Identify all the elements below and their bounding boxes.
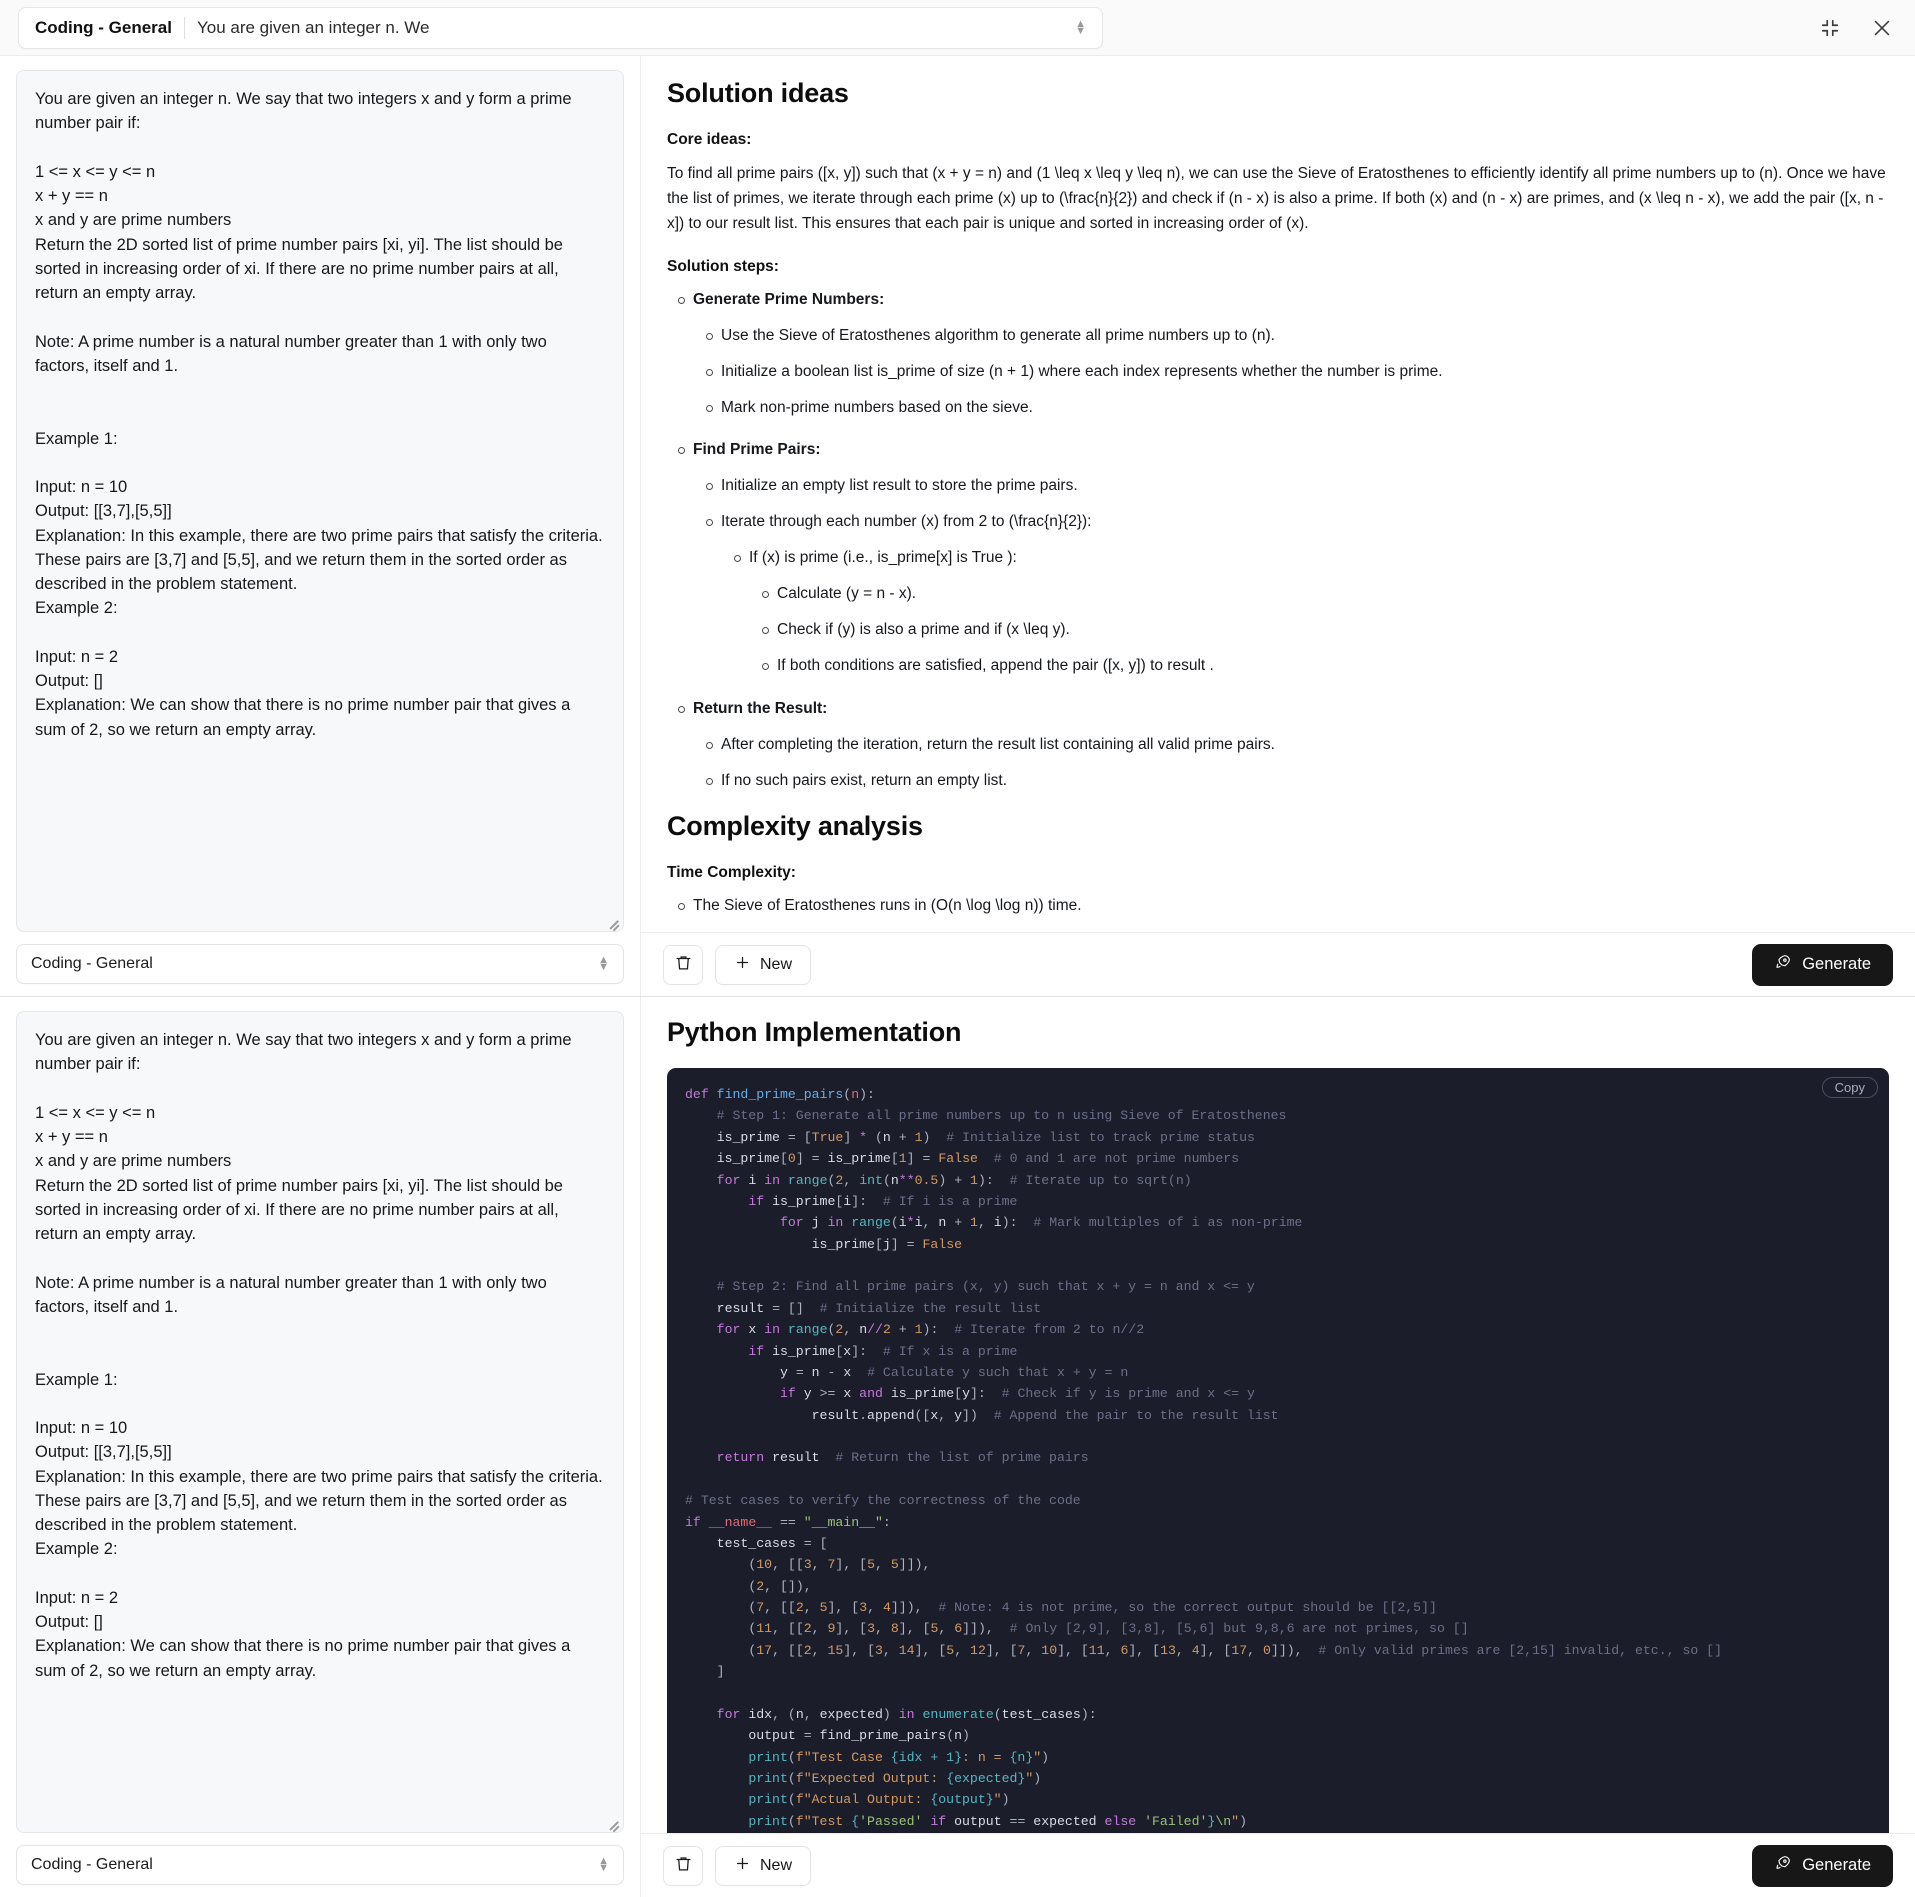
generate-button-label: Generate	[1802, 955, 1871, 973]
bottom-right-column: Python Implementation Copy def find_prim…	[640, 997, 1915, 1897]
list-item: Initialize a boolean list is_prime of si…	[706, 360, 1889, 384]
list-item: If (x) is prime (i.e., is_prime[x] is Tr…	[734, 546, 1889, 570]
chevron-updown-icon[interactable]: ▲ ▼	[598, 955, 609, 973]
time-complexity-label: Time Complexity:	[667, 863, 796, 881]
bottom-left-column: You are given an integer n. We say that …	[0, 997, 640, 1897]
generate-button-label: Generate	[1802, 1856, 1871, 1874]
solution-steps-list: Generate Prime Numbers: Use the Sieve of…	[667, 288, 1889, 792]
step-deep-list: Calculate (y = n - x). Check if (y) is a…	[749, 582, 1889, 678]
list-item: Initialize an empty list result to store…	[706, 474, 1889, 498]
problem-textarea-bottom[interactable]: You are given an integer n. We say that …	[16, 1011, 624, 1833]
window-controls	[1819, 17, 1893, 39]
title-divider	[183, 16, 185, 39]
bottom-pane: You are given an integer n. We say that …	[0, 996, 1915, 1897]
list-item: Calculate (y = n - x).	[762, 582, 1889, 606]
core-ideas-text: To find all prime pairs ([x, y]) such th…	[667, 165, 1886, 233]
collapse-icon[interactable]	[1819, 17, 1841, 39]
window-title-strong: Coding - General	[35, 17, 172, 37]
code-block: Copy def find_prime_pairs(n): # Step 1: …	[667, 1068, 1889, 1833]
top-pane: You are given an integer n. We say that …	[0, 56, 1915, 996]
new-button-bottom[interactable]: New	[715, 1845, 811, 1886]
step-subsublist: If (x) is prime (i.e., is_prime[x] is Tr…	[721, 546, 1889, 678]
close-icon[interactable]	[1871, 17, 1893, 39]
top-left-column: You are given an integer n. We say that …	[0, 56, 640, 996]
list-item: Iterating through the primes up to (\fra…	[693, 930, 1889, 932]
task-select-bottom-value: Coding - General	[31, 1856, 153, 1873]
solution-content: Solution ideas Core ideas: To find all p…	[641, 56, 1915, 932]
implementation-heading: Python Implementation	[667, 1017, 962, 1047]
list-item: If no such pairs exist, return an empty …	[706, 769, 1889, 793]
implementation-content: Python Implementation Copy def find_prim…	[641, 997, 1915, 1833]
complexity-heading: Complexity analysis	[667, 810, 923, 841]
delete-button-bottom[interactable]	[663, 1845, 703, 1886]
rocket-icon	[1774, 953, 1792, 976]
solution-heading: Solution ideas	[667, 78, 849, 108]
list-item: If both conditions are satisfied, append…	[762, 654, 1889, 678]
python-code[interactable]: def find_prime_pairs(n): # Step 1: Gener…	[685, 1084, 1871, 1832]
new-button-label: New	[759, 1856, 792, 1874]
top-action-bar: New Generate	[641, 932, 1915, 996]
list-item: The Sieve of Eratosthenes runs in (O(n \…	[678, 894, 1889, 918]
step-sublist: Initialize an empty list result to store…	[693, 474, 1889, 678]
step-sublist: After completing the iteration, return t…	[693, 733, 1889, 793]
generate-button-bottom[interactable]: Generate	[1752, 1844, 1893, 1887]
task-select-row-bottom: Coding - General ▲ ▼	[16, 1833, 624, 1897]
resize-handle-icon[interactable]	[606, 914, 620, 931]
chevron-updown-icon[interactable]: ▲ ▼	[598, 1856, 609, 1874]
step-title: Generate Prime Numbers:	[678, 288, 1889, 312]
step-title: Find Prime Pairs:	[678, 438, 1889, 462]
top-right-column: Solution ideas Core ideas: To find all p…	[640, 56, 1915, 996]
list-item: After completing the iteration, return t…	[706, 733, 1889, 757]
trash-icon	[674, 1854, 693, 1878]
copy-button[interactable]: Copy	[1821, 1077, 1878, 1098]
step-sublist: Use the Sieve of Eratosthenes algorithm …	[693, 324, 1889, 420]
step-title: Return the Result:	[678, 697, 1889, 721]
list-item: Check if (y) is also a prime and if (x \…	[762, 618, 1889, 642]
task-select-top[interactable]: Coding - General ▲ ▼	[16, 944, 624, 984]
bottom-action-bar: New Generate	[641, 1833, 1915, 1897]
new-button-top[interactable]: New	[715, 944, 811, 985]
trash-icon	[674, 953, 693, 977]
task-select-row-top: Coding - General ▲ ▼	[16, 932, 624, 996]
resize-handle-icon[interactable]	[606, 1815, 620, 1832]
plus-icon	[734, 1855, 751, 1877]
title-selector[interactable]: Coding - General You are given an intege…	[18, 6, 1103, 49]
task-select-top-value: Coding - General	[31, 955, 153, 972]
list-item: Mark non-prime numbers based on the siev…	[706, 396, 1889, 420]
list-item: Iterate through each number (x) from 2 t…	[706, 510, 1889, 534]
problem-textarea-top[interactable]: You are given an integer n. We say that …	[16, 70, 624, 932]
chevron-updown-icon[interactable]: ▲ ▼	[1075, 18, 1086, 36]
plus-icon	[734, 954, 751, 976]
rocket-icon	[1774, 1854, 1792, 1877]
time-complexity-list: The Sieve of Eratosthenes runs in (O(n \…	[667, 894, 1889, 932]
window-title-sub: You are given an integer n. We	[196, 17, 430, 37]
task-select-bottom[interactable]: Coding - General ▲ ▼	[16, 1845, 624, 1885]
core-ideas-label: Core ideas:	[667, 131, 752, 148]
generate-button-top[interactable]: Generate	[1752, 943, 1893, 986]
new-button-label: New	[759, 955, 792, 973]
list-item: Use the Sieve of Eratosthenes algorithm …	[706, 324, 1889, 348]
window-titlebar: Coding - General You are given an intege…	[0, 0, 1915, 56]
delete-button-top[interactable]	[663, 944, 703, 985]
solution-steps-label: Solution steps:	[667, 258, 779, 276]
